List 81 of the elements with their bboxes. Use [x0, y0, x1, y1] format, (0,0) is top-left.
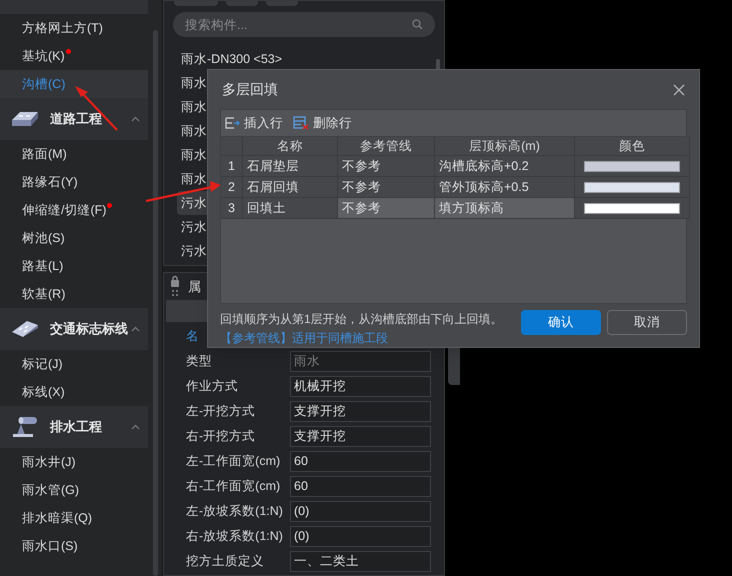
- annotation-arrow: [75, 86, 118, 131]
- property-field[interactable]: (0): [290, 501, 431, 522]
- sidebar-item[interactable]: 软基(R): [22, 284, 66, 304]
- close-button[interactable]: [671, 82, 687, 98]
- sidebar-item[interactable]: 路面(M): [22, 144, 67, 164]
- table-cell: 石屑回填: [243, 177, 338, 198]
- property-field[interactable]: 机械开挖: [290, 376, 431, 397]
- table-cell: 填方顶标高: [435, 198, 575, 220]
- sidebar-item[interactable]: 方格网土方(T): [22, 18, 103, 38]
- sidebar-item[interactable]: 排水暗渠(Q): [22, 508, 92, 528]
- table-cell: 沟槽底标高+0.2: [435, 156, 575, 178]
- insert-row-icon: [225, 117, 240, 130]
- group-header[interactable]: 排水工程: [0, 406, 148, 448]
- sidebar-item[interactable]: 路基(L): [22, 256, 64, 276]
- color-swatch[interactable]: [584, 182, 680, 193]
- property-label: 左-开挖方式: [186, 403, 256, 420]
- cancel-button[interactable]: 取消: [607, 310, 687, 335]
- column-header: 名称: [243, 137, 338, 156]
- property-label: 右-开挖方式: [186, 428, 256, 446]
- property-label: 左-工作面宽(cm): [186, 453, 282, 470]
- sidebar-item[interactable]: 路缘石(Y): [22, 172, 78, 192]
- group-label: 排水工程: [50, 418, 103, 436]
- sidebar-item[interactable]: 伸缩缝/切缝(F): [22, 200, 106, 220]
- property-label: 作业方式: [186, 378, 239, 396]
- delete-row-button[interactable]: 删除行: [293, 114, 352, 133]
- sign-slab-icon: [11, 320, 39, 338]
- delete-row-icon: [293, 116, 309, 130]
- caret-up-icon: [131, 424, 140, 430]
- property-field[interactable]: 60: [290, 476, 431, 497]
- property-label: 右-工作面宽(cm): [186, 478, 282, 496]
- property-label: 左-放坡系数(1:N): [186, 503, 284, 520]
- caret-up-icon: [131, 116, 140, 122]
- table-cell: 回填土: [243, 198, 338, 220]
- dialog-title: 多层回填: [221, 80, 278, 100]
- panel-title: 属: [188, 278, 201, 296]
- sidebar-item[interactable]: 沟槽(C): [22, 74, 66, 94]
- insert-row-button[interactable]: 插入行: [225, 114, 283, 133]
- property-field[interactable]: (0): [290, 526, 431, 547]
- sidebar-item[interactable]: 标线(X): [22, 382, 65, 402]
- row-number: 3: [221, 198, 243, 220]
- table-cell: 管外顶标高+0.5: [435, 177, 575, 198]
- group-label: 交通标志标线: [50, 320, 129, 338]
- property-field[interactable]: 支撑开挖: [290, 401, 431, 422]
- table-cell: 石屑垫层: [243, 156, 338, 178]
- note-text: 回填顺序为从第1层开始，从沟槽底部由下向上回填。: [220, 311, 503, 328]
- table-cell: 不参考: [338, 156, 435, 178]
- confirm-button[interactable]: 确认: [521, 310, 601, 335]
- row-number: 2: [221, 177, 243, 198]
- group-label: 道路工程: [50, 110, 103, 128]
- pipe-icon: [11, 416, 39, 438]
- scrollbar[interactable]: [152, 30, 158, 576]
- group-header[interactable]: 交通标志标线: [0, 308, 148, 350]
- table-cell: 不参考: [338, 177, 435, 198]
- property-label: 名: [186, 328, 199, 346]
- property-field[interactable]: 支撑开挖: [290, 426, 431, 447]
- search-icon: [412, 19, 423, 30]
- road-slab-icon: [11, 111, 39, 127]
- property-label: 右-放坡系数(1:N): [186, 528, 284, 546]
- sidebar-item[interactable]: 树池(S): [22, 228, 65, 248]
- table-cell: 不参考: [338, 198, 435, 220]
- column-header: 颜色: [575, 137, 690, 156]
- property-field: 雨水: [290, 351, 431, 372]
- sidebar-item[interactable]: 标记(J): [22, 354, 63, 374]
- property-field[interactable]: 一、二类土: [290, 551, 431, 572]
- row-number: 1: [221, 156, 243, 178]
- sidebar-item[interactable]: 雨水管(G): [22, 480, 80, 500]
- sidebar-item[interactable]: 基坑(K): [22, 46, 65, 66]
- column-header: 层顶标高(m): [435, 137, 575, 156]
- search-field[interactable]: 搜索构件...: [173, 12, 435, 37]
- property-label: 挖方土质定义: [186, 553, 265, 570]
- group-header[interactable]: 道路工程: [0, 98, 148, 140]
- property-label: 类型: [186, 353, 213, 370]
- sidebar-item[interactable]: 雨水口(S): [22, 536, 78, 556]
- color-swatch[interactable]: [584, 202, 680, 214]
- sidebar-item[interactable]: 雨水井(J): [22, 452, 76, 472]
- property-field[interactable]: 60: [290, 451, 431, 472]
- color-swatch[interactable]: [584, 160, 680, 172]
- caret-up-icon: [131, 326, 140, 332]
- list-item[interactable]: 雨水-DN300 <53>: [177, 47, 432, 71]
- lock-icon[interactable]: [170, 274, 180, 298]
- column-header: 参考管线: [338, 137, 435, 156]
